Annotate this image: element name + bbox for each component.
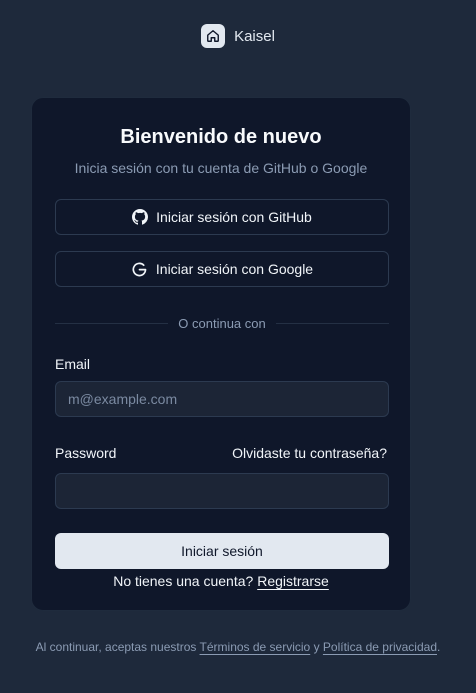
footer-prefix: Al continuar, aceptas nuestros: [35, 640, 197, 654]
footer-suffix: .: [437, 640, 441, 654]
footer-and: y: [313, 640, 320, 654]
email-field[interactable]: [55, 381, 389, 417]
password-label: Password: [55, 445, 117, 461]
google-login-button[interactable]: Iniciar sesión con Google: [55, 251, 389, 287]
legal-footer: Al continuar, aceptas nuestros Términos …: [0, 639, 476, 655]
brand-header: Kaisel: [0, 24, 476, 48]
google-login-label: Iniciar sesión con Google: [155, 261, 314, 277]
signup-row: No tienes una cuenta? Registrarse: [32, 573, 410, 589]
signup-prompt: No tienes una cuenta?: [113, 573, 254, 589]
privacy-link[interactable]: Política de privacidad: [323, 640, 437, 654]
login-card: Bienvenido de nuevo Inicia sesión con tu…: [31, 97, 411, 611]
email-label: Email: [55, 356, 91, 372]
github-icon: [132, 209, 149, 225]
github-login-label: Iniciar sesión con GitHub: [156, 209, 312, 225]
divider-line-right: [275, 322, 390, 324]
forgot-password-link[interactable]: Olvidaste tu contraseña?: [232, 445, 387, 461]
divider-text: O continua con: [178, 315, 266, 331]
github-login-button[interactable]: Iniciar sesión con GitHub: [55, 199, 389, 235]
divider: O continua con: [55, 314, 390, 332]
password-field[interactable]: [55, 473, 389, 509]
page-title: Bienvenido de nuevo: [120, 126, 322, 148]
terms-link[interactable]: Términos de servicio: [200, 640, 311, 654]
signup-link[interactable]: Registrarse: [257, 573, 329, 589]
home-icon: [201, 24, 226, 48]
login-button[interactable]: Iniciar sesión: [55, 533, 389, 569]
google-icon: [131, 261, 148, 278]
page-subtitle: Inicia sesión con tu cuenta de GitHub o …: [74, 160, 368, 176]
divider-line-left: [55, 322, 169, 324]
brand-name: Kaisel: [234, 27, 275, 45]
